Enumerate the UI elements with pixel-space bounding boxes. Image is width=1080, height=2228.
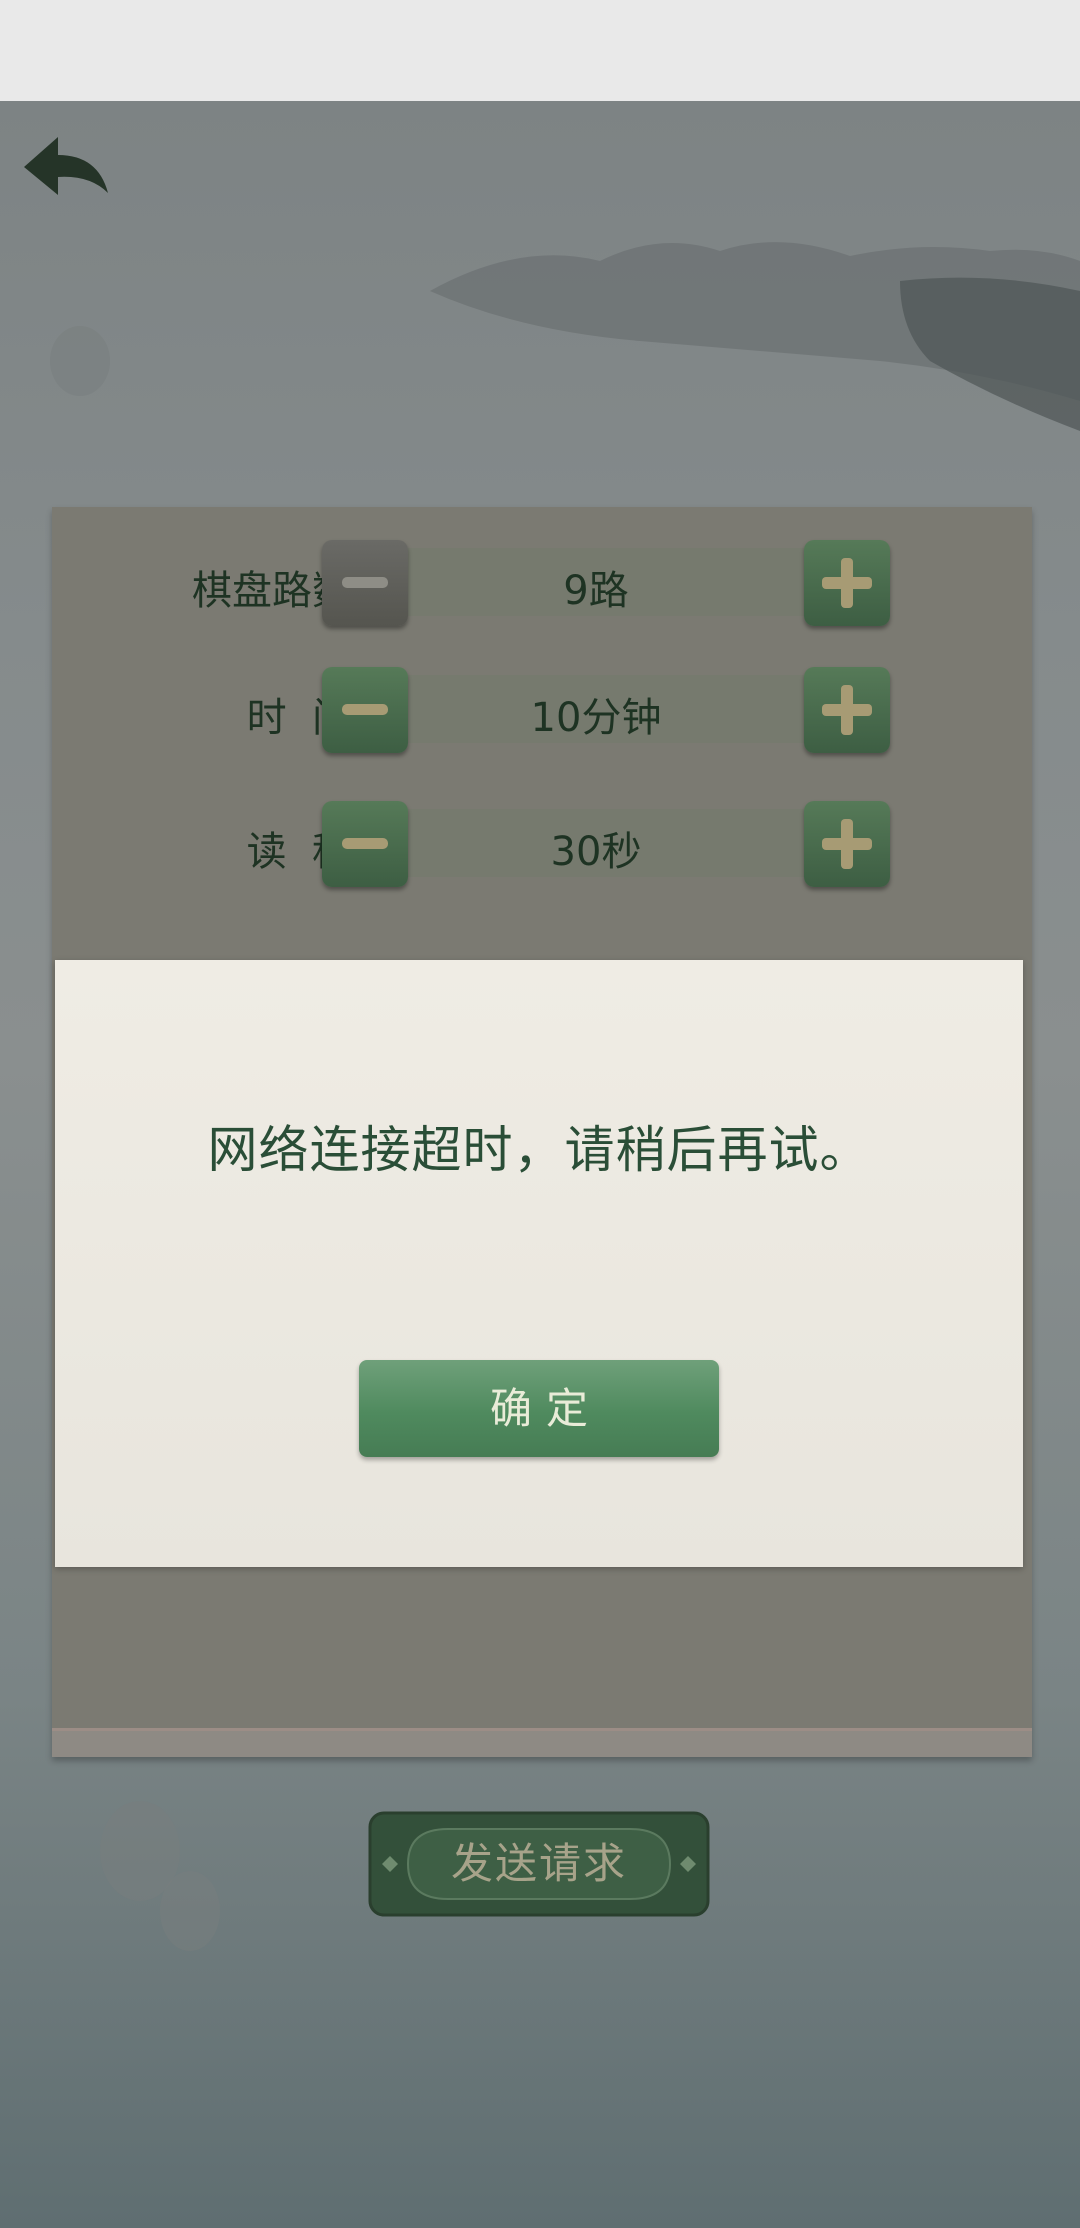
- mountain-backdrop: [430, 242, 1080, 431]
- send-request-label: 发送请求: [450, 1839, 627, 1888]
- decorative-circle: [50, 326, 110, 396]
- back-arrow-icon: [24, 137, 108, 195]
- game-scene: 棋盘路数 9路 时 间 10分钟 读 秒 30秒 发送请求 网络连接超时，请稍后…: [0, 101, 1080, 2228]
- send-request-button[interactable]: 发送请求: [368, 1811, 710, 1917]
- dialog-message: 网络连接超时，请稍后再试。: [207, 1121, 871, 1179]
- plus-icon: [822, 819, 872, 869]
- time-row: 时 间 10分钟: [52, 667, 1032, 757]
- byoyomi-value: 30秒: [550, 829, 642, 875]
- plus-icon: [822, 685, 872, 735]
- byoyomi-minus-button[interactable]: [322, 801, 408, 887]
- board-size-plus-button[interactable]: [804, 540, 890, 626]
- byoyomi-plus-button[interactable]: [804, 801, 890, 887]
- byoyomi-row: 读 秒 30秒: [52, 801, 1032, 891]
- time-value: 10分钟: [530, 695, 662, 741]
- panel-bottom-border: [52, 1728, 1032, 1757]
- timeout-dialog: 网络连接超时，请稍后再试。 确定: [55, 960, 1023, 1567]
- time-plus-button[interactable]: [804, 667, 890, 753]
- confirm-button[interactable]: 确定: [359, 1360, 719, 1457]
- status-bar: [0, 0, 1080, 101]
- board-size-row: 棋盘路数 9路: [52, 540, 1032, 630]
- board-size-minus-button[interactable]: [322, 540, 408, 626]
- decorative-circle: [160, 1871, 220, 1951]
- confirm-label: 确定: [489, 1385, 602, 1432]
- minus-icon: [342, 704, 388, 715]
- board-size-value: 9路: [563, 568, 629, 614]
- plus-icon: [822, 558, 872, 608]
- time-minus-button[interactable]: [322, 667, 408, 753]
- minus-icon: [342, 577, 388, 588]
- minus-icon: [342, 838, 388, 849]
- back-button[interactable]: [20, 133, 112, 205]
